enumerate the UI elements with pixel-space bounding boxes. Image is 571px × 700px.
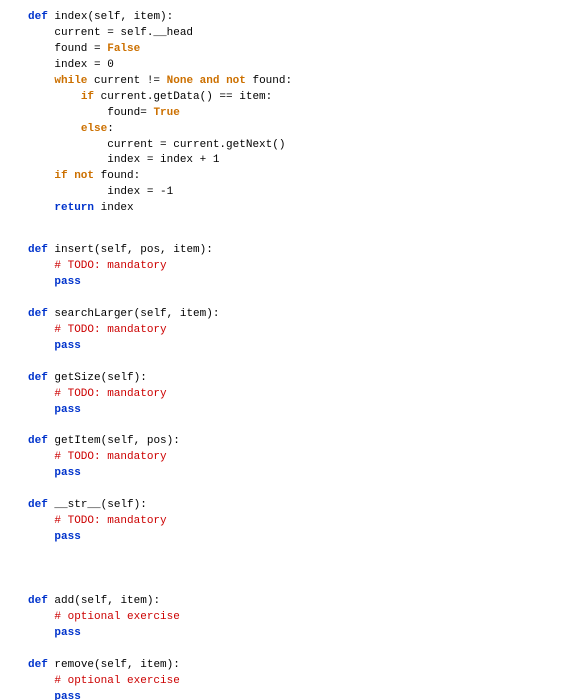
fn-name: __str__ (54, 499, 100, 511)
pass-keyword: pass (54, 467, 80, 479)
def-keyword: def (28, 595, 48, 607)
code-line: index (94, 202, 134, 214)
fn-sig: (self, item): (94, 659, 180, 671)
pass-keyword: pass (54, 340, 80, 352)
none-keyword: None (167, 75, 193, 87)
fn-sig: (self): (101, 372, 147, 384)
return-keyword: return (54, 202, 94, 214)
code-line: found= (107, 107, 153, 119)
todo-comment: # TODO: mandatory (54, 388, 166, 400)
fn-sig: (self): (101, 499, 147, 511)
pass-keyword: pass (54, 276, 80, 288)
code-line: current = current.getNext() (107, 139, 285, 151)
def-keyword: def (28, 308, 48, 320)
code-line: index = -1 (107, 186, 173, 198)
if-keyword: if (81, 91, 94, 103)
def-keyword: def (28, 659, 48, 671)
else-keyword: else (81, 123, 107, 135)
pass-keyword: pass (54, 691, 80, 700)
fn-name: insert (54, 244, 94, 256)
def-keyword: def (28, 11, 48, 23)
todo-comment: # TODO: mandatory (54, 324, 166, 336)
pass-keyword: pass (54, 404, 80, 416)
def-keyword: def (28, 499, 48, 511)
def-keyword: def (28, 244, 48, 256)
fn-name: index (54, 11, 87, 23)
true-keyword: True (153, 107, 179, 119)
todo-comment: # TODO: mandatory (54, 451, 166, 463)
false-keyword: False (107, 43, 140, 55)
fn-name: remove (54, 659, 94, 671)
fn-sig: (self, pos): (101, 435, 180, 447)
fn-sig: (self, pos, item): (94, 244, 213, 256)
code-line: found = (54, 43, 107, 55)
fn-sig: (self, item): (74, 595, 160, 607)
code-line: index = index + 1 (107, 154, 219, 166)
code-block: def index(self, item): current = self.__… (28, 10, 571, 700)
fn-name: getSize (54, 372, 100, 384)
fn-sig: (self, item): (87, 11, 173, 23)
code-line: current.getData() == item: (94, 91, 272, 103)
fn-sig: (self, item): (134, 308, 220, 320)
if-not-keyword: if not (54, 170, 94, 182)
code-line: current = self.__head (54, 27, 193, 39)
def-keyword: def (28, 372, 48, 384)
pass-keyword: pass (54, 531, 80, 543)
optional-comment: # optional exercise (54, 611, 179, 623)
not-keyword: not (226, 75, 246, 87)
def-keyword: def (28, 435, 48, 447)
todo-comment: # TODO: mandatory (54, 260, 166, 272)
and-keyword: and (193, 75, 226, 87)
code-line: current != (87, 75, 166, 87)
code-document: def index(self, item): current = self.__… (0, 0, 571, 700)
while-keyword: while (54, 75, 87, 87)
pass-keyword: pass (54, 627, 80, 639)
code-line: found: (246, 75, 292, 87)
todo-comment: # TODO: mandatory (54, 515, 166, 527)
fn-name: searchLarger (54, 308, 133, 320)
fn-name: add (54, 595, 74, 607)
optional-comment: # optional exercise (54, 675, 179, 687)
fn-name: getItem (54, 435, 100, 447)
code-line: index = 0 (54, 59, 113, 71)
code-line: found: (94, 170, 140, 182)
